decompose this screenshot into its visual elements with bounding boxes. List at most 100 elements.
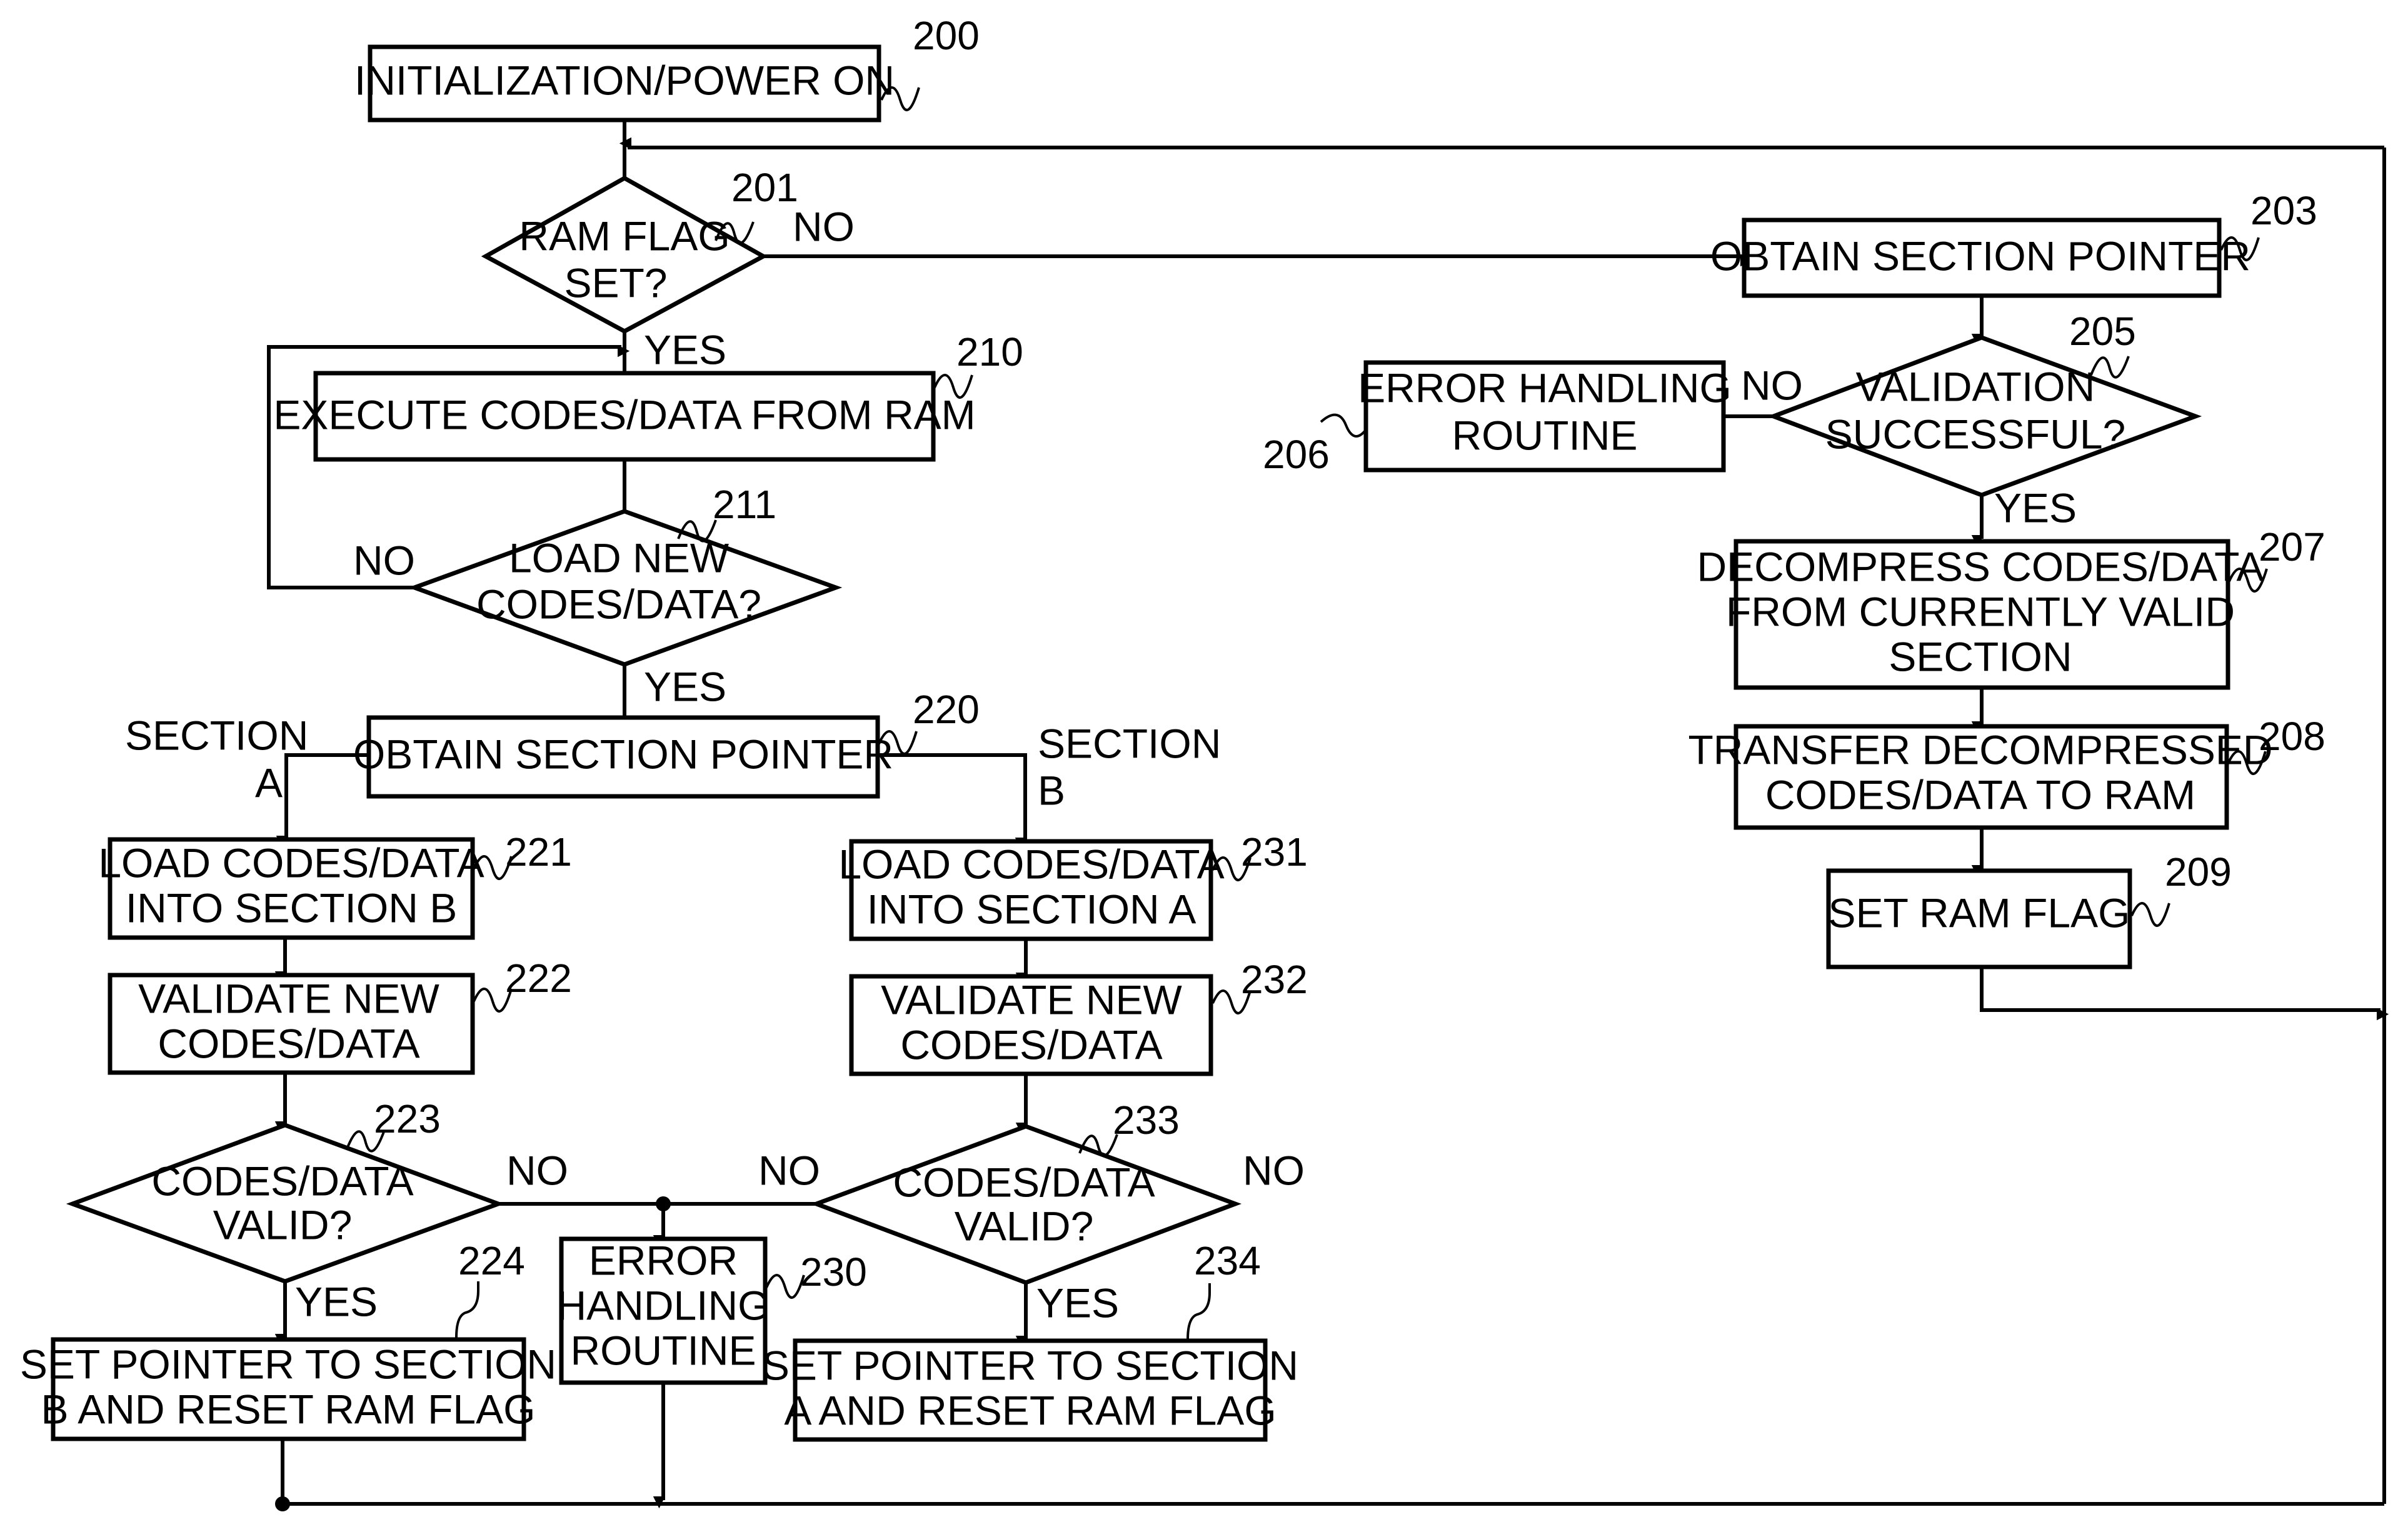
label-223-no: NO bbox=[506, 1147, 568, 1193]
ref-220: 220 bbox=[913, 687, 980, 732]
node-206-error-handling: ERROR HANDLING ROUTINE bbox=[1358, 360, 1732, 473]
node-207-decompress: DECOMPRESS CODES/DATA FROM CURRENTLY VAL… bbox=[1697, 539, 2264, 690]
edge-220-231 bbox=[878, 753, 1027, 850]
node-230-text-2: HANDLING bbox=[556, 1282, 770, 1328]
node-234-text-2: A AND RESET RAM FLAG bbox=[784, 1387, 1276, 1433]
node-232-text-1: VALIDATE NEW bbox=[881, 976, 1182, 1023]
ref-206: 206 bbox=[1263, 432, 1330, 477]
node-223-codes-valid: CODES/DATA VALID? bbox=[66, 1123, 505, 1284]
node-220-obtain-section-pointer: OBTAIN SECTION POINTER bbox=[353, 715, 893, 799]
node-205-validation-successful: VALIDATION SUCCESSFUL? bbox=[1767, 335, 2202, 498]
node-207-text-1: DECOMPRESS CODES/DATA bbox=[1697, 543, 2264, 589]
ref-211: 211 bbox=[713, 482, 776, 527]
node-230-error-handling: ERROR HANDLING ROUTINE bbox=[556, 1236, 770, 1385]
ref-209: 209 bbox=[2165, 849, 2232, 894]
node-231-load-into-a: LOAD CODES/DATA INTO SECTION A bbox=[838, 839, 1225, 941]
ref-201: 201 bbox=[731, 165, 798, 210]
leader-209 bbox=[2130, 902, 2170, 927]
node-233-codes-valid: CODES/DATA VALID? bbox=[810, 1124, 1242, 1285]
label-205-no: NO bbox=[1741, 362, 1803, 408]
leader-224 bbox=[455, 1281, 479, 1338]
node-207-text-2: FROM CURRENTLY VALID bbox=[1726, 588, 2235, 634]
ref-207: 207 bbox=[2259, 524, 2325, 569]
leader-230 bbox=[765, 1274, 805, 1299]
node-210-execute-from-ram: EXECUTE CODES/DATA FROM RAM bbox=[273, 371, 976, 462]
ref-221: 221 bbox=[505, 829, 572, 874]
label-section-b-2: B bbox=[1038, 767, 1065, 813]
node-221-text-1: LOAD CODES/DATA bbox=[98, 839, 484, 886]
node-232-text-2: CODES/DATA bbox=[900, 1021, 1162, 1068]
node-224-set-pointer-b: SET POINTER TO SECTION B AND RESET RAM F… bbox=[20, 1337, 556, 1441]
ref-200: 200 bbox=[913, 13, 980, 58]
node-200-text: INITIALIZATION/POWER ON bbox=[354, 57, 895, 103]
node-203-obtain-section-pointer: OBTAIN SECTION POINTER bbox=[1710, 218, 2250, 298]
label-233-no-left: NO bbox=[758, 1147, 820, 1193]
node-222-validate-new: VALIDATE NEW CODES/DATA bbox=[108, 973, 475, 1075]
node-233-text-2: VALID? bbox=[955, 1203, 1094, 1249]
node-224-text-1: SET POINTER TO SECTION bbox=[20, 1341, 556, 1387]
label-233-no-right: NO bbox=[1243, 1147, 1305, 1193]
ref-222: 222 bbox=[505, 956, 572, 1001]
node-201-ram-flag-set: RAM FLAG SET? bbox=[481, 175, 768, 334]
label-section-a-1: SECTION bbox=[125, 712, 308, 758]
label-201-no: NO bbox=[793, 203, 855, 249]
node-203-text: OBTAIN SECTION POINTER bbox=[1710, 233, 2250, 279]
node-231-text-1: LOAD CODES/DATA bbox=[838, 841, 1224, 887]
ref-203: 203 bbox=[2250, 188, 2317, 233]
node-211-text-1: LOAD NEW bbox=[509, 534, 730, 581]
node-220-text: OBTAIN SECTION POINTER bbox=[353, 731, 893, 777]
ref-205: 205 bbox=[2069, 309, 2136, 354]
ref-224: 224 bbox=[458, 1238, 525, 1283]
ref-234: 234 bbox=[1194, 1238, 1261, 1283]
node-206-text-1: ERROR HANDLING bbox=[1358, 364, 1732, 411]
label-section-a-2: A bbox=[255, 759, 283, 806]
ref-231: 231 bbox=[1241, 829, 1308, 874]
node-205-text-1: VALIDATION bbox=[1856, 363, 2095, 409]
node-209-text: SET RAM FLAG bbox=[1829, 889, 2130, 936]
node-206-text-2: ROUTINE bbox=[1452, 412, 1638, 458]
node-210-text: EXECUTE CODES/DATA FROM RAM bbox=[273, 391, 975, 438]
node-208-text-1: TRANSFER DECOMPRESSED bbox=[1688, 726, 2272, 773]
flowchart: INITIALIZATION/POWER ON RAM FLAG SET? EX… bbox=[20, 13, 2389, 1511]
node-208-transfer-to-ram: TRANSFER DECOMPRESSED CODES/DATA TO RAM bbox=[1688, 724, 2273, 830]
node-207-text-3: SECTION bbox=[1889, 633, 2072, 679]
node-233-text-1: CODES/DATA bbox=[893, 1159, 1155, 1205]
node-200-power-on: INITIALIZATION/POWER ON bbox=[354, 44, 895, 123]
leader-234 bbox=[1186, 1283, 1211, 1340]
node-222-text-2: CODES/DATA bbox=[158, 1020, 419, 1066]
ref-223: 223 bbox=[374, 1096, 441, 1141]
node-230-text-1: ERROR bbox=[589, 1237, 738, 1283]
ref-208: 208 bbox=[2259, 714, 2325, 759]
node-222-text-1: VALIDATE NEW bbox=[138, 975, 439, 1021]
node-209-set-ram-flag: SET RAM FLAG bbox=[1826, 868, 2132, 969]
label-223-yes: YES bbox=[295, 1278, 378, 1324]
node-211-load-new-codes: LOAD NEW CODES/DATA? bbox=[408, 509, 843, 667]
leader-205 bbox=[2090, 356, 2130, 379]
node-208-text-2: CODES/DATA TO RAM bbox=[1765, 771, 2195, 818]
node-234-text-1: SET POINTER TO SECTION bbox=[762, 1342, 1298, 1388]
label-section-b-1: SECTION bbox=[1038, 720, 1221, 766]
node-231-text-2: INTO SECTION A bbox=[867, 886, 1196, 932]
ref-230: 230 bbox=[800, 1249, 867, 1294]
node-205-text-2: SUCCESSFUL? bbox=[1825, 411, 2125, 457]
ref-232: 232 bbox=[1241, 957, 1308, 1002]
label-205-yes: YES bbox=[1994, 484, 2077, 531]
node-201-text-1: RAM FLAG bbox=[519, 213, 730, 259]
label-201-yes: YES bbox=[644, 326, 726, 373]
node-234-set-pointer-a: SET POINTER TO SECTION A AND RESET RAM F… bbox=[762, 1338, 1298, 1442]
node-221-text-2: INTO SECTION B bbox=[126, 884, 458, 931]
label-211-no: NO bbox=[353, 537, 415, 583]
node-223-text-2: VALID? bbox=[213, 1201, 353, 1248]
node-221-load-into-b: LOAD CODES/DATA INTO SECTION B bbox=[98, 837, 484, 940]
node-211-text-2: CODES/DATA? bbox=[476, 581, 761, 627]
ref-210: 210 bbox=[956, 329, 1023, 374]
node-232-validate-new: VALIDATE NEW CODES/DATA bbox=[849, 974, 1213, 1076]
node-201-text-2: SET? bbox=[564, 259, 667, 306]
node-230-text-3: ROUTINE bbox=[571, 1327, 756, 1373]
node-223-text-1: CODES/DATA bbox=[151, 1158, 413, 1204]
ref-233: 233 bbox=[1113, 1098, 1180, 1143]
node-224-text-2: B AND RESET RAM FLAG bbox=[41, 1386, 536, 1432]
label-211-yes: YES bbox=[644, 663, 726, 709]
edge-209-return bbox=[1980, 967, 2389, 1021]
label-233-yes: YES bbox=[1036, 1279, 1119, 1326]
